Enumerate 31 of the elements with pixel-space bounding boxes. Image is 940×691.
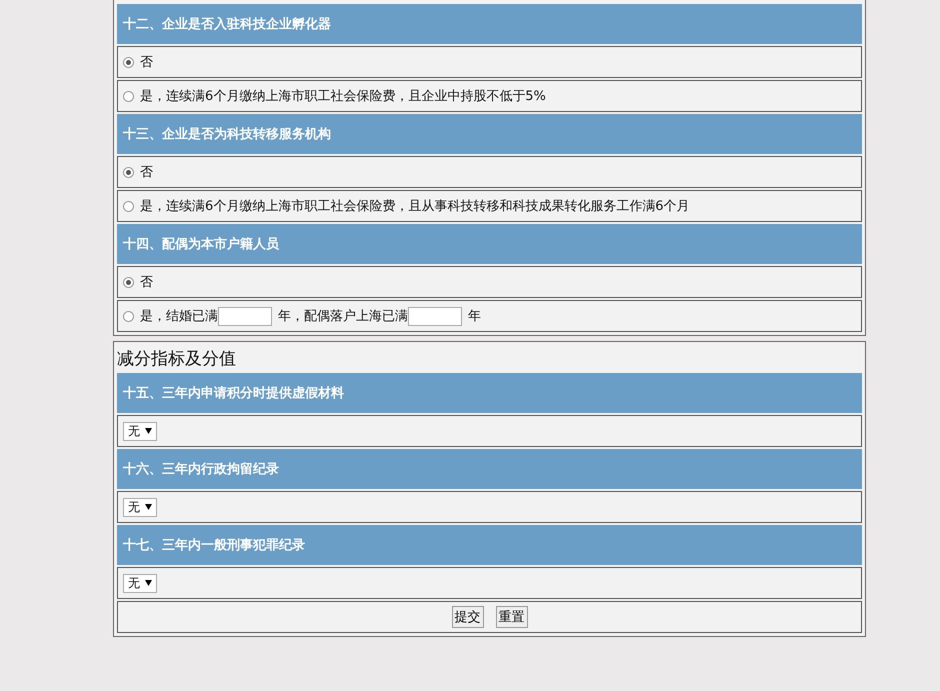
question-header: 十六、三年内行政拘留纪录 [117, 449, 862, 489]
radio-button[interactable] [123, 276, 134, 288]
input-field[interactable] [218, 306, 272, 326]
dropdown[interactable]: 无 [123, 574, 157, 592]
radio-button[interactable] [123, 56, 134, 68]
question-header: 十五、三年内申请积分时提供虚假材料 [117, 373, 862, 413]
option-label: 是，结婚已满 [140, 308, 218, 325]
question-header: 十三、企业是否为科技转移服务机构 [117, 114, 862, 154]
radio-button[interactable] [123, 90, 134, 102]
radio-button[interactable] [123, 310, 134, 322]
option-label: 是，连续满6个月缴纳上海市职工社会保险费，且企业中持股不低于5% [140, 88, 546, 105]
dropdown[interactable]: 无 [123, 498, 157, 516]
radio-button[interactable] [123, 166, 134, 178]
caret-icon [145, 428, 152, 434]
submit-button[interactable]: 提交 [452, 606, 484, 628]
option-label: 否 [140, 54, 153, 71]
option-label: 年，配偶落户上海已满 [278, 308, 408, 325]
section-heading: 减分指标及分值 [117, 348, 237, 371]
option-label: 否 [140, 274, 153, 291]
radio-button[interactable] [123, 200, 134, 212]
question-header: 十二、企业是否入驻科技企业孵化器 [117, 4, 862, 44]
option-label: 是，连续满6个月缴纳上海市职工社会保险费，且从事科技转移和科技成果转化服务工作满6个月 [140, 198, 690, 215]
caret-icon [145, 580, 152, 586]
reset-button[interactable]: 重置 [496, 606, 528, 628]
input-field[interactable] [408, 306, 462, 326]
question-header: 十七、三年内一般刑事犯罪纪录 [117, 525, 862, 565]
dropdown[interactable]: 无 [123, 422, 157, 440]
option-label: 年 [468, 308, 481, 325]
question-header: 十四、配偶为本市户籍人员 [117, 224, 862, 264]
caret-icon [145, 504, 152, 510]
option-label: 否 [140, 164, 153, 181]
